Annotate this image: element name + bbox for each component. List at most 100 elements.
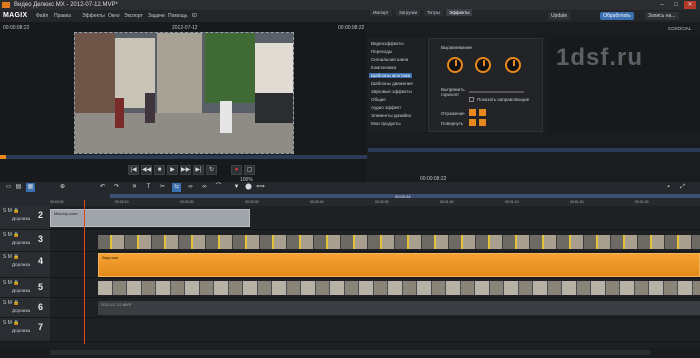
zoom-knob[interactable] [475, 57, 491, 73]
solo-mute-icons[interactable]: S M 🔒 [3, 300, 20, 306]
fx-item[interactable]: Общие [371, 97, 386, 102]
track-lane-2[interactable]: Мастер-клип [50, 206, 700, 230]
step-forward-button[interactable]: ▶▶ [180, 165, 191, 175]
solo-mute-icons[interactable]: S M 🔒 [3, 232, 20, 238]
prev-marker-button[interactable]: |◀ [128, 165, 139, 175]
menu-edit[interactable]: Правка [54, 10, 71, 22]
minimize-button[interactable]: – [656, 1, 668, 9]
stop-button[interactable]: ■ [154, 165, 165, 175]
play-button[interactable]: ▶ [167, 165, 178, 175]
update-button[interactable]: Update [548, 12, 571, 20]
rotate-knob[interactable] [447, 57, 463, 73]
link-icon[interactable]: ⇆ [172, 183, 181, 192]
timeline-ruler[interactable]: 00:00:34 00:00:00 00:00:10 00:00:20 00:0… [50, 194, 700, 206]
redo-icon[interactable]: ↷ [112, 183, 121, 192]
track-lane-5[interactable] [50, 278, 700, 298]
record-button[interactable]: ● [231, 165, 242, 175]
track-header-3[interactable]: S M 🔒 3 Дорожка [0, 230, 50, 252]
cut-icon[interactable]: ✂ [158, 183, 167, 192]
right-scrubber[interactable] [368, 148, 700, 152]
menu-tasks[interactable]: Задачи [148, 10, 165, 22]
timeline-scrollbar[interactable] [50, 350, 650, 355]
mode-icon[interactable]: ▦ [26, 183, 35, 192]
tick-label: 00:00:40 [310, 200, 324, 204]
insert-icon[interactable]: ▤ [14, 183, 23, 192]
undo-icon[interactable]: ↶ [98, 183, 107, 192]
preview-scrubber[interactable] [0, 155, 367, 159]
track-header-5[interactable]: S M 🔒 5 Дорожка [0, 278, 50, 298]
track-number: 5 [38, 282, 44, 292]
track-header-6[interactable]: S M 🔒 6 Дорожка [0, 298, 50, 318]
solo-mute-icons[interactable]: S M 🔒 [3, 320, 20, 326]
solo-mute-icons[interactable]: S M 🔒 [3, 254, 20, 260]
guides-checkbox[interactable] [469, 97, 474, 102]
burn-button[interactable]: Запись на... [645, 12, 679, 20]
menu-window[interactable]: Окно [108, 10, 120, 22]
maximize-button[interactable]: □ [670, 1, 682, 9]
connect-icon[interactable]: ∞ [200, 183, 209, 192]
track-header-2[interactable]: S M 🔒 2 Дорожка [0, 206, 50, 230]
delete-icon[interactable]: ✕ [130, 183, 139, 192]
tick-label: 00:01:30 [635, 200, 649, 204]
fx-item[interactable]: Аудио эффект [371, 105, 401, 110]
video-clip-strip-2[interactable] [98, 281, 700, 295]
fx-item[interactable]: Элементы дизайна [371, 113, 411, 118]
menu-file[interactable]: Файл [36, 10, 48, 22]
master-clip[interactable]: Мастер-клип [50, 209, 250, 227]
next-marker-button[interactable]: ▶| [193, 165, 204, 175]
turn-right-button[interactable] [479, 119, 486, 126]
solo-mute-icons[interactable]: S M 🔒 [3, 208, 20, 214]
publish-button[interactable]: Обработать [600, 12, 634, 20]
target-icon[interactable]: ⊕ [58, 183, 67, 192]
track-header-4[interactable]: S M 🔒 4 Дорожка [0, 252, 50, 278]
track-lane-4[interactable]: Звук.wav [50, 252, 700, 278]
fullscreen-button[interactable]: ▢ [244, 165, 255, 175]
track-header-7[interactable]: S M 🔒 7 Дорожка [0, 318, 50, 342]
text-icon[interactable]: T [144, 183, 153, 192]
close-button[interactable]: ✕ [684, 1, 696, 9]
tab-effects[interactable]: Эффекты [446, 9, 473, 16]
solo-mute-icons[interactable]: S M 🔒 [3, 280, 20, 286]
turn-left-button[interactable] [469, 119, 476, 126]
menu-help[interactable]: Помощь [168, 10, 187, 22]
fx-item[interactable]: Мои продукты [371, 121, 401, 126]
snapshot-icon[interactable]: ▭ [4, 183, 13, 192]
tab-import[interactable]: Импорт [370, 9, 392, 16]
playhead[interactable] [84, 200, 85, 344]
angle-knob[interactable] [505, 57, 521, 73]
mirror-h-button[interactable] [469, 109, 476, 116]
mirror-v-button[interactable] [479, 109, 486, 116]
fx-item[interactable]: Звуковые эффекты [371, 89, 412, 94]
fx-item[interactable]: Сигнальная шина [371, 57, 408, 62]
menu-export[interactable]: Экспорт [124, 10, 143, 22]
loop-button[interactable]: ↻ [206, 165, 217, 175]
tick-label: 00:00:10 [115, 200, 129, 204]
straighten-slider[interactable] [469, 91, 524, 93]
view-icon[interactable]: ▪ [664, 183, 673, 192]
fx-item[interactable]: Компоновка [371, 65, 396, 70]
empty-clip-region[interactable]: 2012-07-12.MVP [98, 301, 700, 315]
video-clip-strip[interactable] [98, 235, 700, 249]
chain-icon[interactable]: ∞ [186, 183, 195, 192]
fx-item[interactable]: Переходы [371, 49, 392, 54]
marker-icon[interactable]: ▼ [232, 183, 241, 192]
track-lane-7[interactable] [50, 318, 700, 342]
fx-item-selected[interactable]: Шаблоны монтажа [369, 73, 413, 78]
tab-titles[interactable]: Титры [424, 9, 443, 16]
record-icon[interactable]: ⬤ [244, 183, 253, 192]
video-preview[interactable] [74, 32, 294, 154]
scrubber-position[interactable] [0, 155, 6, 159]
audio-clip[interactable]: Звук.wav [98, 253, 700, 277]
track-lane-6[interactable]: 2012-07-12.MVP [50, 298, 700, 318]
step-back-button[interactable]: ◀◀ [141, 165, 152, 175]
clip-label: Мастер-клип [54, 211, 78, 216]
split-icon[interactable]: ⌒ [214, 183, 223, 192]
menu-id[interactable]: ID [192, 10, 197, 22]
tab-downloads[interactable]: Загрузки [396, 9, 421, 16]
expand-icon[interactable]: ⤢ [678, 183, 687, 192]
fx-item[interactable]: Видеоэффекты [371, 41, 404, 46]
stretch-icon[interactable]: ⟺ [256, 183, 265, 192]
track-lane-3[interactable] [50, 230, 700, 252]
fx-item[interactable]: Шаблоны движения [371, 81, 413, 86]
menu-effects[interactable]: Эффекты [82, 10, 105, 22]
